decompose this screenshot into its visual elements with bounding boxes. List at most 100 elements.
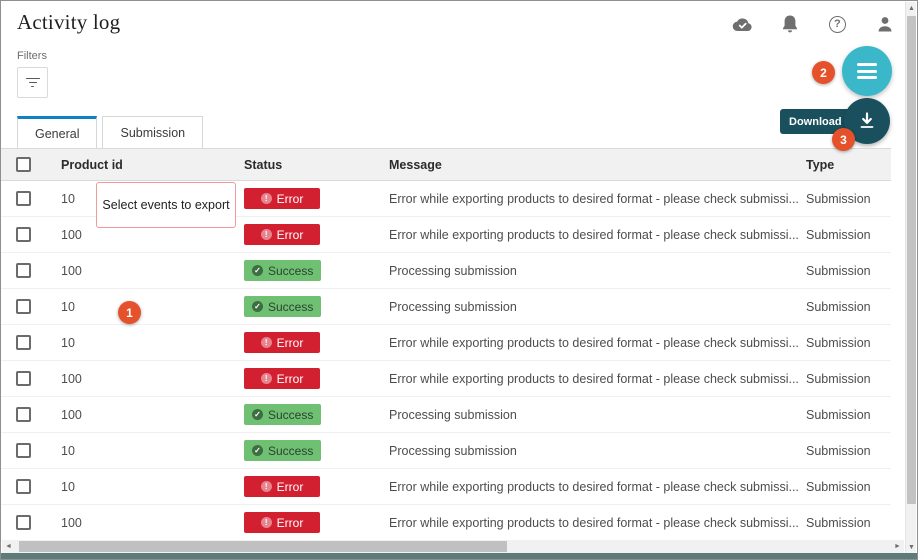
row-checkbox[interactable] (16, 227, 31, 242)
table-row: 100ErrorError while exporting products t… (1, 361, 891, 397)
type-cell: Submission (806, 444, 891, 458)
status-icon (261, 193, 272, 204)
person-icon[interactable] (874, 13, 896, 35)
message-cell: Error while exporting products to desire… (389, 336, 806, 350)
status-cell: Success (228, 260, 389, 281)
status-cell: Success (228, 440, 389, 461)
status-badge: Error (244, 512, 320, 533)
product-id-cell: 10 (45, 444, 228, 458)
annotation-step-1: 1 (118, 301, 141, 324)
message-cell: Processing submission (389, 300, 806, 314)
row-checkbox[interactable] (16, 335, 31, 350)
row-checkbox[interactable] (16, 371, 31, 386)
type-cell: Submission (806, 408, 891, 422)
filter-button[interactable] (17, 67, 48, 98)
scroll-down-arrow[interactable]: ▼ (906, 541, 917, 553)
status-cell: Success (228, 296, 389, 317)
bell-icon[interactable] (779, 13, 801, 35)
col-header-product-id: Product id (45, 158, 228, 172)
vertical-scrollbar[interactable]: ▲ ▼ (905, 2, 916, 553)
horizontal-scrollbar[interactable]: ◄ ► (2, 540, 904, 553)
col-header-status: Status (228, 158, 389, 172)
filters-label: Filters (17, 50, 47, 62)
message-cell: Processing submission (389, 408, 806, 422)
product-id-cell: 100 (45, 408, 228, 422)
status-badge: Success (244, 440, 321, 461)
scroll-left-arrow[interactable]: ◄ (2, 540, 15, 553)
row-checkbox[interactable] (16, 479, 31, 494)
scroll-right-arrow[interactable]: ► (891, 540, 904, 553)
type-cell: Submission (806, 228, 891, 242)
row-checkbox[interactable] (16, 299, 31, 314)
product-id-cell: 10 (45, 480, 228, 494)
status-badge: Success (244, 260, 321, 281)
status-badge: Success (244, 296, 321, 317)
page-title: Activity log (17, 10, 120, 35)
tab-bar: General Submission (17, 116, 203, 148)
product-id-cell: 100 (45, 372, 228, 386)
row-checkbox[interactable] (16, 443, 31, 458)
status-cell: Success (228, 404, 389, 425)
message-cell: Error while exporting products to desire… (389, 228, 806, 242)
message-cell: Error while exporting products to desire… (389, 372, 806, 386)
product-id-cell: 100 (45, 264, 228, 278)
message-cell: Processing submission (389, 444, 806, 458)
table-row: 10 Error Error while exporting products to… (1, 325, 891, 361)
annotation-tooltip: Select events to export (96, 182, 236, 228)
type-cell: Submission (806, 480, 891, 494)
menu-fab-button[interactable] (842, 46, 892, 96)
table-header-row: Product id Status Message Type (1, 148, 891, 181)
status-icon (261, 229, 272, 240)
message-cell: Error while exporting products to desire… (389, 480, 806, 494)
table-row: 100 Error Error while exporting products t… (1, 505, 891, 541)
status-icon (261, 373, 272, 384)
status-cell: Error (228, 512, 389, 533)
type-cell: Submission (806, 372, 891, 386)
activity-log-window: Activity log ? Filters 2 Downloa (0, 0, 918, 560)
table-row: 100 Success Processing submissionSubmissio… (1, 397, 891, 433)
message-cell: Processing submission (389, 264, 806, 278)
row-checkbox[interactable] (16, 263, 31, 278)
status-badge: Error (244, 224, 320, 245)
status-cell: Error (228, 332, 389, 353)
window-bottom-edge (1, 553, 917, 559)
filter-icon (26, 78, 40, 88)
tab-general[interactable]: General (17, 116, 97, 148)
vertical-scroll-thumb[interactable] (907, 16, 916, 504)
download-icon (857, 111, 877, 131)
product-id-cell: 100 (45, 228, 228, 242)
cloud-check-icon[interactable] (731, 13, 753, 35)
help-icon[interactable]: ? (826, 13, 848, 35)
type-cell: Submission (806, 192, 891, 206)
message-cell: Error while exporting products to desire… (389, 192, 806, 206)
col-header-message: Message (389, 158, 806, 172)
product-id-cell: 10 (45, 336, 228, 350)
scroll-up-arrow[interactable]: ▲ (906, 2, 917, 14)
row-checkbox[interactable] (16, 515, 31, 530)
status-badge: Error (244, 476, 320, 497)
status-icon (261, 337, 272, 348)
type-cell: Submission (806, 336, 891, 350)
status-badge: Success (244, 404, 321, 425)
select-all-checkbox[interactable] (16, 157, 31, 172)
row-checkbox[interactable] (16, 191, 31, 206)
status-cell: Error (228, 188, 389, 209)
status-cell: Error (228, 476, 389, 497)
status-cell: Error (228, 368, 389, 389)
annotation-step-2: 2 (812, 61, 835, 84)
table-body: 10ErrorError while exporting products to… (1, 181, 891, 541)
table-row: 10 Success Processing submissionSubmission (1, 433, 891, 469)
status-icon (261, 517, 272, 528)
horizontal-scroll-thumb[interactable] (19, 541, 507, 552)
status-badge: Error (244, 332, 320, 353)
tab-submission[interactable]: Submission (102, 116, 203, 148)
status-icon (252, 301, 263, 312)
status-cell: Error (228, 224, 389, 245)
status-badge: Error (244, 188, 320, 209)
col-header-type: Type (806, 158, 891, 172)
type-cell: Submission (806, 300, 891, 314)
product-id-cell: 100 (45, 516, 228, 530)
header-icon-bar: ? (731, 13, 896, 35)
message-cell: Error while exporting products to desire… (389, 516, 806, 530)
row-checkbox[interactable] (16, 407, 31, 422)
